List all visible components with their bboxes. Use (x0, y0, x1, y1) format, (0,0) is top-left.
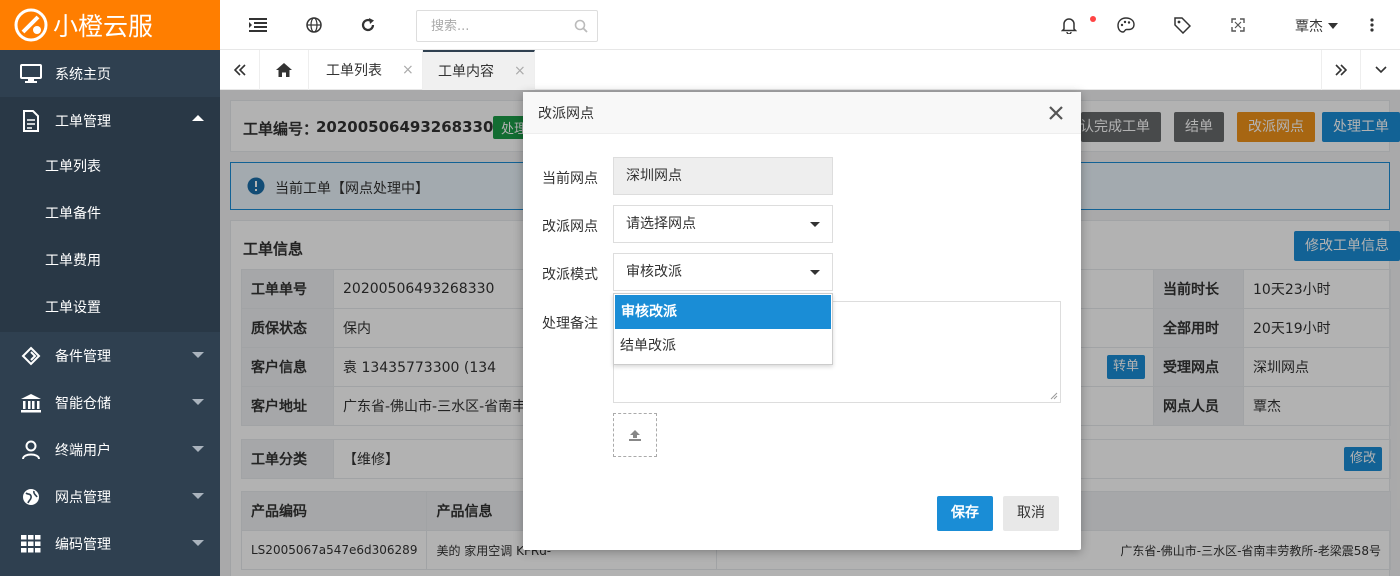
search-input[interactable] (417, 11, 557, 41)
theme-palette-icon[interactable] (1116, 15, 1136, 35)
assign-outlet-select[interactable]: 请选择网点 (613, 205, 833, 243)
tabs-scroll-right[interactable] (1321, 50, 1361, 90)
sidebar-subitem-order-settings[interactable]: 工单设置 (0, 285, 220, 332)
grid-icon (20, 533, 42, 555)
chevron-down-icon (192, 352, 204, 358)
assign-mode-label: 改派模式 (542, 267, 598, 283)
user-name: 覃杰 (1295, 19, 1323, 35)
dialog-header: 改派网点 (523, 92, 1081, 134)
orange-logo-icon (14, 8, 48, 42)
tabs-scroll-left[interactable] (220, 50, 260, 90)
monitor-icon (20, 63, 42, 85)
chevron-down-icon (192, 446, 204, 452)
caret-down-icon (1328, 23, 1338, 29)
sidebar-item-label: 系统主页 (55, 66, 111, 83)
tag-icon[interactable] (1172, 15, 1192, 35)
sidebar-subitem-order-fees[interactable]: 工单费用 (0, 238, 220, 285)
tab-order-content[interactable]: 工单内容 × (423, 50, 535, 90)
cancel-button[interactable]: 取消 (1003, 496, 1059, 531)
caret-down-icon (810, 222, 820, 227)
select-value: 审核改派 (626, 264, 682, 280)
orders-submenu: 工单列表 工单备件 工单费用 工单设置 (0, 144, 220, 332)
bank-icon (20, 392, 42, 414)
notification-dot (1090, 16, 1096, 22)
home-icon (276, 63, 292, 77)
sidebar-item-label: 备件管理 (55, 348, 111, 365)
remark-label: 处理备注 (542, 316, 598, 332)
sidebar-item-label: 网点管理 (55, 489, 111, 506)
assign-mode-dropdown: 审核改派 结单改派 (613, 293, 833, 365)
sidebar-item-orders[interactable]: 工单管理 (0, 97, 220, 144)
sidebar-item-parts[interactable]: 备件管理 (0, 332, 220, 379)
current-outlet-value: 深圳网点 (626, 168, 682, 184)
tabs-menu[interactable] (1361, 50, 1400, 90)
search-box (416, 10, 598, 42)
select-value: 请选择网点 (626, 216, 696, 232)
chevron-down-icon (192, 399, 204, 405)
sidebar-item-codes[interactable]: 编码管理 (0, 520, 220, 567)
dropdown-option-audit[interactable]: 审核改派 (615, 295, 831, 329)
assign-outlet-label: 改派网点 (542, 219, 598, 235)
sidebar: 小橙云服 系统主页 工单管理 工单列表 工单备件 工单费用 工单设置 备件管理 … (0, 0, 220, 576)
tab-bar: 工单列表 × 工单内容 × (220, 50, 1400, 90)
current-outlet-field: 深圳网点 (613, 157, 833, 195)
search-icon[interactable] (574, 19, 588, 33)
sidebar-subitem-order-parts[interactable]: 工单备件 (0, 191, 220, 238)
upload-icon (629, 430, 641, 441)
refresh-icon[interactable] (358, 15, 378, 35)
globe-icon (20, 486, 42, 508)
brand-name: 小橙云服 (53, 12, 154, 41)
current-outlet-label: 当前网点 (542, 171, 598, 187)
document-icon (20, 109, 42, 132)
top-navbar: 覃杰 (220, 0, 1400, 50)
sidebar-item-warehouse[interactable]: 智能仓储 (0, 379, 220, 426)
double-chevron-right-icon (1335, 64, 1347, 76)
chevron-up-icon (192, 115, 204, 121)
diamond-icon (20, 345, 42, 367)
user-icon (20, 439, 42, 461)
double-chevron-left-icon (233, 64, 246, 76)
assign-mode-select[interactable]: 审核改派 (613, 253, 833, 291)
fullscreen-icon[interactable] (1228, 15, 1248, 35)
caret-down-icon (810, 270, 820, 275)
sidebar-item-label: 编码管理 (55, 536, 111, 553)
resize-handle-icon[interactable] (1050, 392, 1058, 400)
sidebar-item-outlets[interactable]: 网点管理 (0, 473, 220, 520)
sidebar-item-label: 终端用户 (55, 442, 111, 459)
dropdown-option-close[interactable]: 结单改派 (614, 329, 832, 363)
sidebar-item-label: 工单管理 (55, 113, 111, 130)
close-icon[interactable]: × (514, 63, 526, 79)
close-icon[interactable]: × (402, 62, 414, 78)
chevron-down-icon (192, 493, 204, 499)
tab-order-list[interactable]: 工单列表 × (309, 50, 423, 90)
menu-toggle-icon[interactable] (248, 15, 268, 35)
language-globe-icon[interactable] (304, 15, 324, 35)
reassign-outlet-dialog: 改派网点 当前网点 深圳网点 改派网点 请选择网点 改派模式 审核改派 处理备注… (523, 92, 1081, 550)
save-button[interactable]: 保存 (937, 496, 993, 531)
brand-logo[interactable]: 小橙云服 (0, 0, 220, 50)
chevron-down-icon (192, 540, 204, 546)
notification-bell-icon[interactable] (1059, 15, 1079, 35)
user-menu[interactable]: 覃杰 (1295, 16, 1338, 36)
sidebar-subitem-order-list[interactable]: 工单列表 (0, 144, 220, 191)
tab-home[interactable] (260, 50, 309, 90)
tab-label: 工单列表 (326, 63, 382, 79)
close-icon[interactable] (1047, 104, 1065, 122)
sidebar-item-end-users[interactable]: 终端用户 (0, 426, 220, 473)
tab-label: 工单内容 (438, 64, 494, 80)
upload-button[interactable] (613, 413, 657, 457)
sidebar-item-home[interactable]: 系统主页 (0, 50, 220, 97)
chevron-down-icon (1374, 66, 1387, 74)
sidebar-item-label: 智能仓储 (55, 395, 111, 412)
more-vertical-icon[interactable] (1362, 15, 1382, 35)
dialog-title: 改派网点 (538, 105, 594, 122)
